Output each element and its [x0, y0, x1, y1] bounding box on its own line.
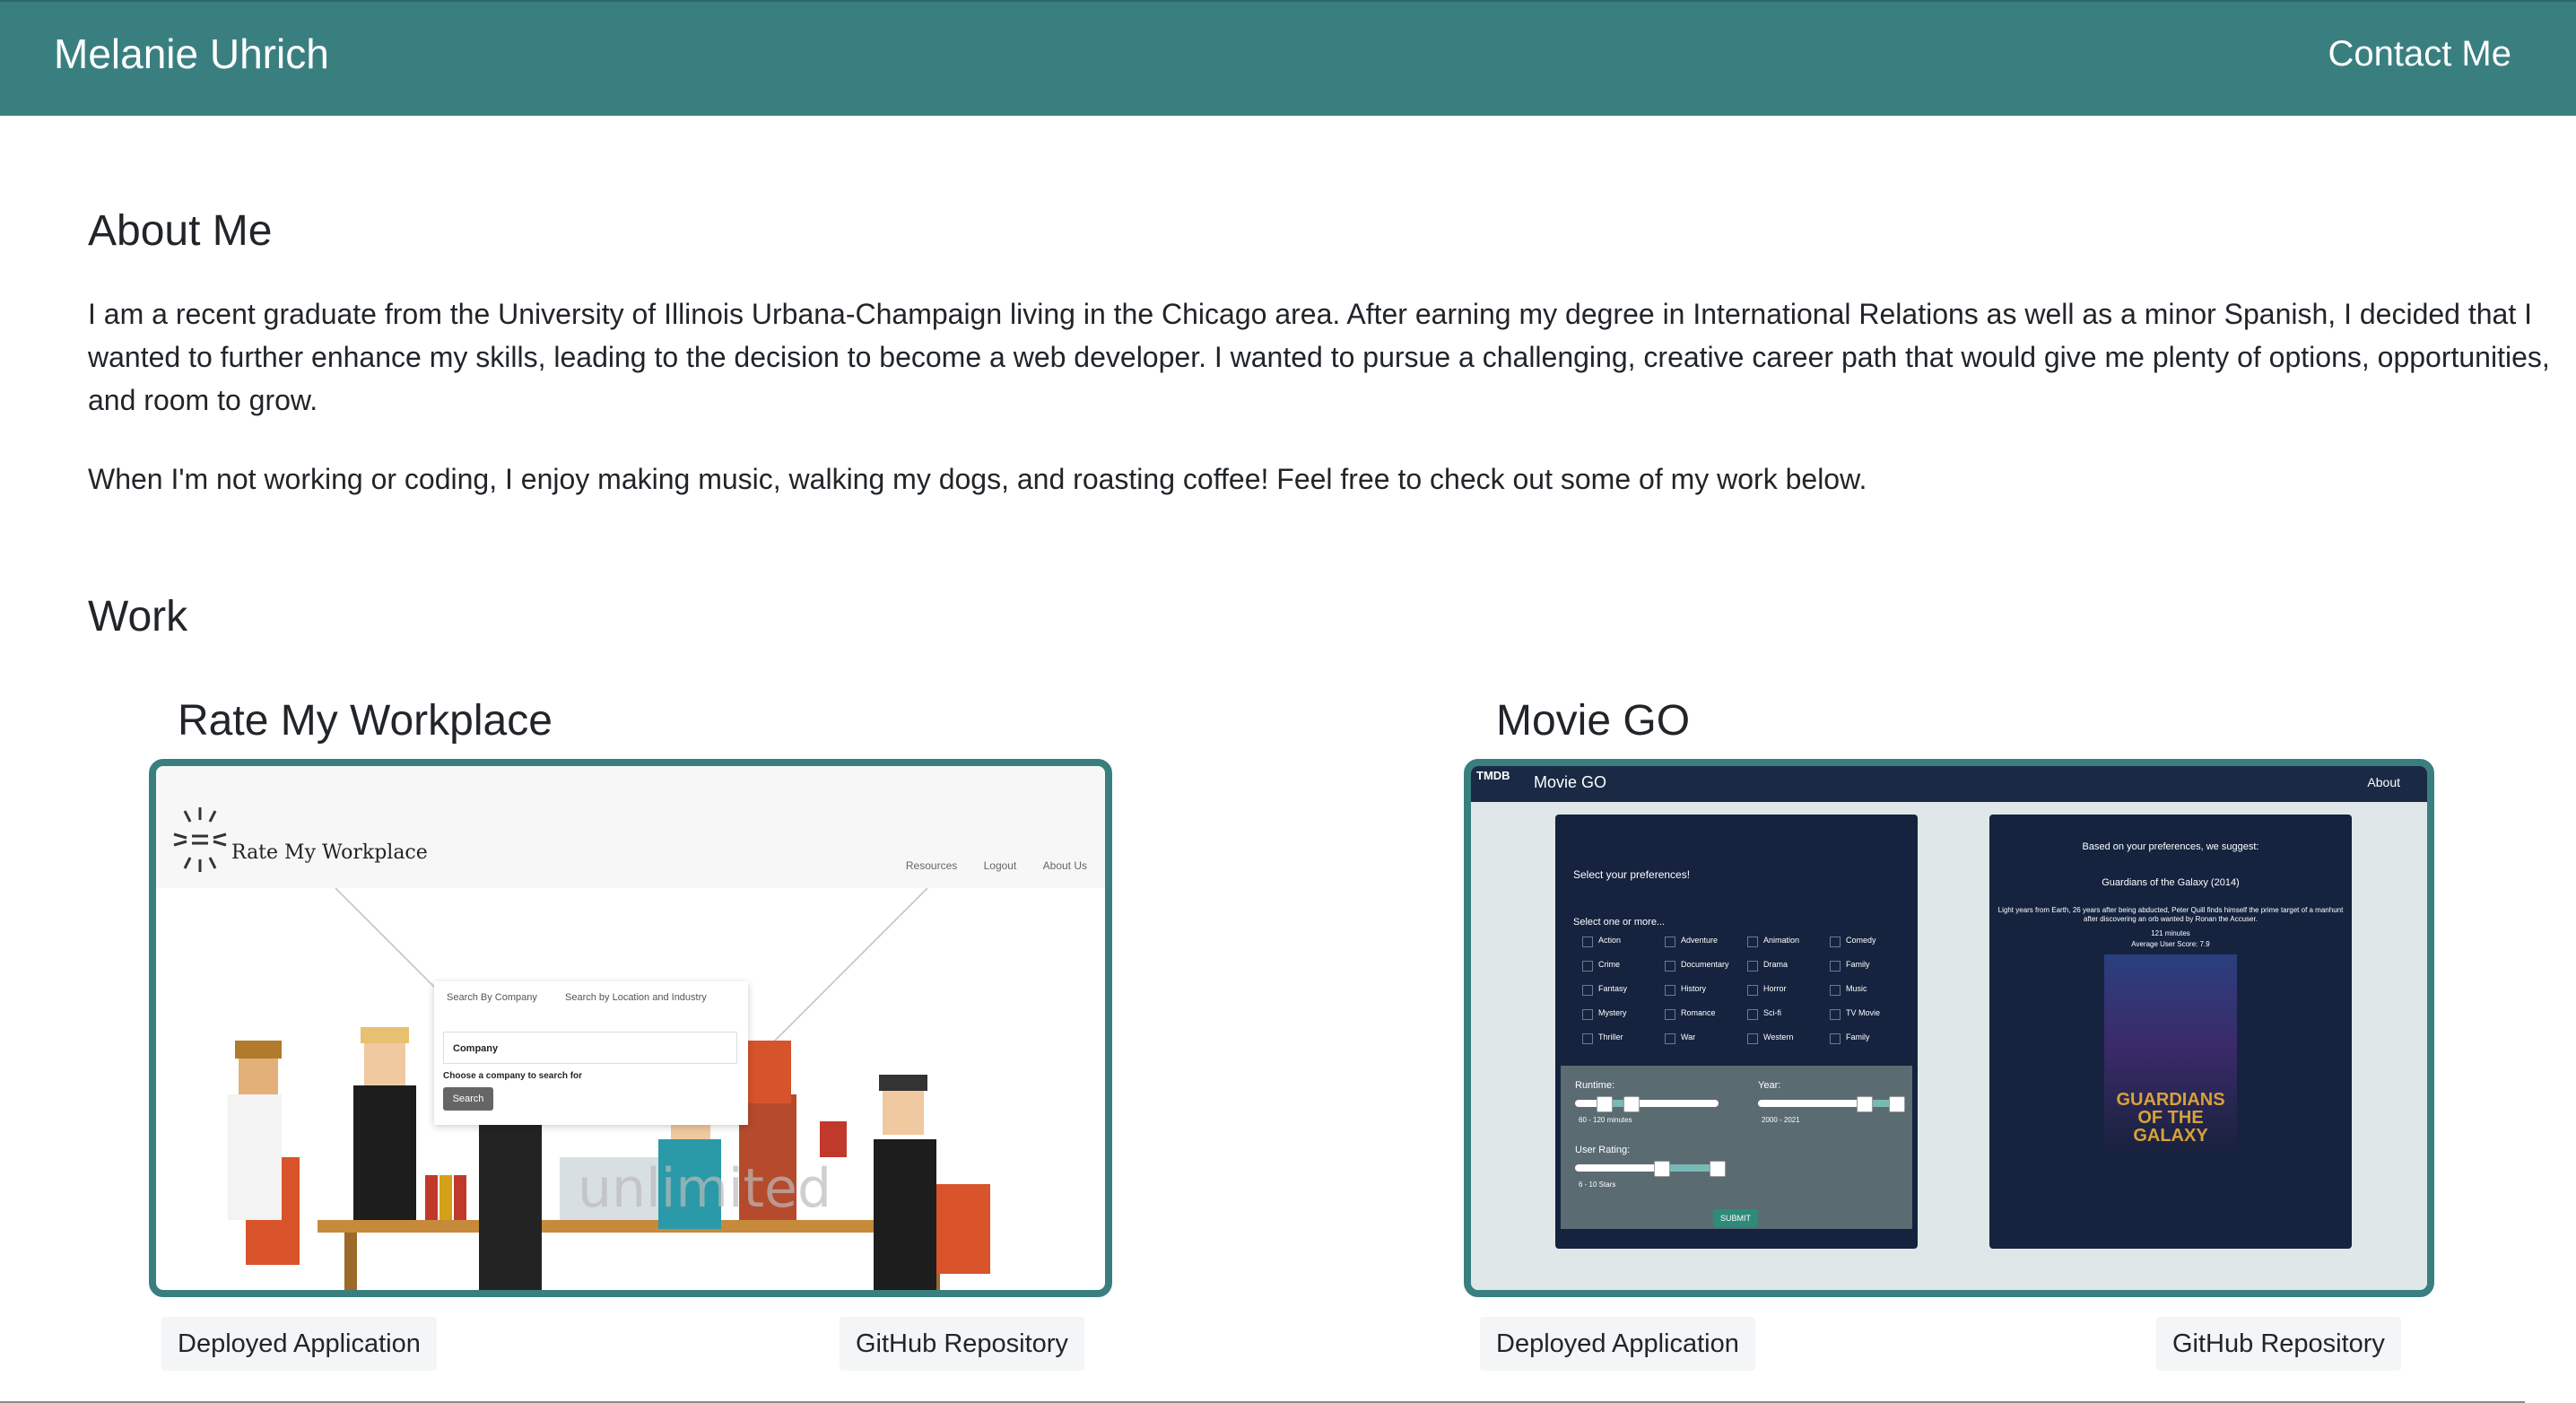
work-heading: Work — [88, 593, 188, 640]
mg-genre-label: Adventure — [1681, 936, 1719, 945]
mg-genre-checkbox — [1665, 985, 1675, 996]
rmw-nav-link: Logout — [983, 859, 1017, 872]
mg-genre-checkbox — [1582, 937, 1593, 947]
mg-genre-checkbox — [1830, 961, 1841, 972]
mg-genre-label: Western — [1763, 1033, 1794, 1041]
rmw-nav-link: Resources — [905, 859, 958, 872]
mg-genre-label: Thriller — [1598, 1033, 1623, 1041]
mg-genre-checkbox — [1747, 985, 1758, 996]
mg-genre-label: Comedy — [1846, 936, 1876, 945]
mg-about-link: About — [2367, 775, 2400, 789]
brand-name[interactable]: Melanie Uhrich — [54, 27, 329, 81]
rmw-logo-text: Rate My Workplace — [231, 841, 428, 864]
mg-rating-knob-high — [1710, 1161, 1726, 1177]
mg-genre-label: War — [1681, 1033, 1696, 1041]
mg-submit-button: SUBMIT — [1713, 1209, 1758, 1227]
deployed-application-button-movie-go[interactable]: Deployed Application — [1480, 1317, 1755, 1371]
github-repository-button-rmw[interactable]: GitHub Repository — [840, 1317, 1084, 1371]
rmw-logo-icon — [173, 807, 227, 872]
mg-genre-label: Family — [1846, 960, 1870, 969]
mg-year-value: 2000 - 2021 — [1762, 1116, 1800, 1124]
mg-genre-label: Crime — [1598, 960, 1620, 969]
mg-genre-checkbox — [1665, 961, 1675, 972]
mg-rating-label: User Rating: — [1575, 1145, 1631, 1155]
mg-genre-checkbox — [1830, 1009, 1841, 1020]
mg-genre-checkbox — [1665, 1033, 1675, 1044]
rmw-hint: Choose a company to search for — [443, 1071, 583, 1081]
rmw-search-card: Search By Company Search by Location and… — [434, 981, 748, 1125]
mg-select-hint: Select one or more... — [1573, 917, 1666, 928]
mg-genre-label: Drama — [1763, 960, 1788, 969]
project-title-movie-go: Movie GO — [1496, 697, 1691, 745]
poster-title: GUARDIANS OF THE GALAXY — [2116, 1090, 2225, 1146]
mg-genre-checkbox — [1830, 937, 1841, 947]
about-paragraph-1: I am a recent graduate from the Universi… — [88, 298, 2550, 416]
github-repository-button-movie-go[interactable]: GitHub Repository — [2156, 1317, 2401, 1371]
mg-screenshot-navbar: TMDB Movie GO About — [1471, 766, 2427, 802]
rmw-search-button: Search — [443, 1087, 493, 1111]
mg-runtime-knob-high — [1623, 1096, 1640, 1112]
mg-genre-checkbox — [1582, 961, 1593, 972]
about-heading: About Me — [88, 207, 273, 255]
mg-genre-checkbox — [1747, 1033, 1758, 1044]
mg-year-knob-low — [1857, 1096, 1873, 1112]
mg-genre-label: Mystery — [1598, 1008, 1627, 1017]
mg-genre-label: Music — [1846, 984, 1867, 993]
rmw-tab-company: Search By Company — [447, 992, 537, 1003]
mg-movie-desc: Light years from Earth, 26 years after b… — [1997, 906, 2344, 923]
mg-genre-label: History — [1681, 984, 1707, 993]
rmw-tab-location: Search by Location and Industry — [565, 992, 707, 1003]
mg-runtime-knob-low — [1597, 1096, 1613, 1112]
top-navbar: Melanie Uhrich Contact Me — [0, 0, 2576, 116]
mg-genre-checkbox — [1830, 1033, 1841, 1044]
movie-poster: GUARDIANS OF THE GALAXY — [2104, 954, 2237, 1154]
mg-genre-label: Animation — [1763, 936, 1800, 945]
mg-year-label: Year: — [1758, 1080, 1781, 1091]
mg-movie-score: Average User Score: 7.9 — [2131, 940, 2210, 948]
mg-rating-knob-low — [1654, 1161, 1670, 1177]
mg-genre-label: Documentary — [1681, 960, 1729, 969]
mg-rating-value: 6 - 10 Stars — [1579, 1181, 1616, 1189]
mg-suggestion-panel: Based on your preferences, we suggest: G… — [1989, 815, 2352, 1249]
mg-genre-checkbox — [1582, 1009, 1593, 1020]
deployed-application-button-rmw[interactable]: Deployed Application — [161, 1317, 437, 1371]
mg-genre-checkbox — [1582, 1033, 1593, 1044]
rmw-nav-links: Resources Logout About Us — [883, 859, 1087, 872]
mg-genre-checkbox — [1747, 937, 1758, 947]
contact-me-link[interactable]: Contact Me — [2328, 27, 2511, 81]
project-screenshot-rate-my-workplace[interactable]: Rate My Workplace Resources Logout About… — [149, 759, 1112, 1297]
mg-genre-label: Horror — [1763, 984, 1787, 993]
project-title-rate-my-workplace: Rate My Workplace — [178, 697, 553, 745]
tmdb-logo: TMDB — [1476, 769, 1510, 782]
mg-genre-checkbox — [1582, 985, 1593, 996]
mg-runtime-label: Runtime: — [1575, 1080, 1615, 1091]
mg-runtime-value: 60 - 120 minutes — [1579, 1116, 1632, 1124]
mg-genre-label: Fantasy — [1598, 984, 1628, 993]
mg-sliders: Runtime: 60 - 120 minutes Year: 2000 - 2… — [1561, 1066, 1912, 1229]
mg-body: Select your preferences! Select one or m… — [1471, 802, 2427, 1290]
mg-genre-label: Action — [1598, 936, 1622, 945]
mg-app-title: Movie GO — [1534, 773, 1607, 791]
rmw-screenshot-navbar: Rate My Workplace Resources Logout About… — [156, 766, 1105, 888]
mg-movie-runtime: 121 minutes — [2151, 929, 2190, 937]
rmw-nav-link: About Us — [1042, 859, 1087, 872]
mg-suggest-heading: Based on your preferences, we suggest: — [2082, 841, 2259, 852]
mg-genre-checkbox — [1830, 985, 1841, 996]
mg-genre-label: Family — [1846, 1033, 1870, 1041]
mg-preferences-panel: Select your preferences! Select one or m… — [1555, 815, 1918, 1249]
mg-genre-checkbox — [1665, 937, 1675, 947]
project-screenshot-movie-go[interactable]: TMDB Movie GO About Select your preferen… — [1464, 759, 2434, 1297]
rmw-watermark: unlimited — [578, 1157, 831, 1220]
mg-genre-checkbox — [1747, 961, 1758, 972]
mg-movie-title: Guardians of the Galaxy (2014) — [2102, 877, 2240, 888]
about-paragraph-2: When I'm not working or coding, I enjoy … — [88, 463, 1867, 495]
mg-genre-label: TV Movie — [1846, 1008, 1881, 1017]
mg-genre-checkbox — [1665, 1009, 1675, 1020]
mg-genre-label: Romance — [1681, 1008, 1716, 1017]
mg-prefs-title: Select your preferences! — [1573, 868, 1691, 881]
rmw-company-input: Company — [443, 1032, 737, 1064]
mg-genre-checkbox — [1747, 1009, 1758, 1020]
mg-year-knob-high — [1889, 1096, 1905, 1112]
mg-genre-label: Sci-fi — [1763, 1008, 1781, 1017]
